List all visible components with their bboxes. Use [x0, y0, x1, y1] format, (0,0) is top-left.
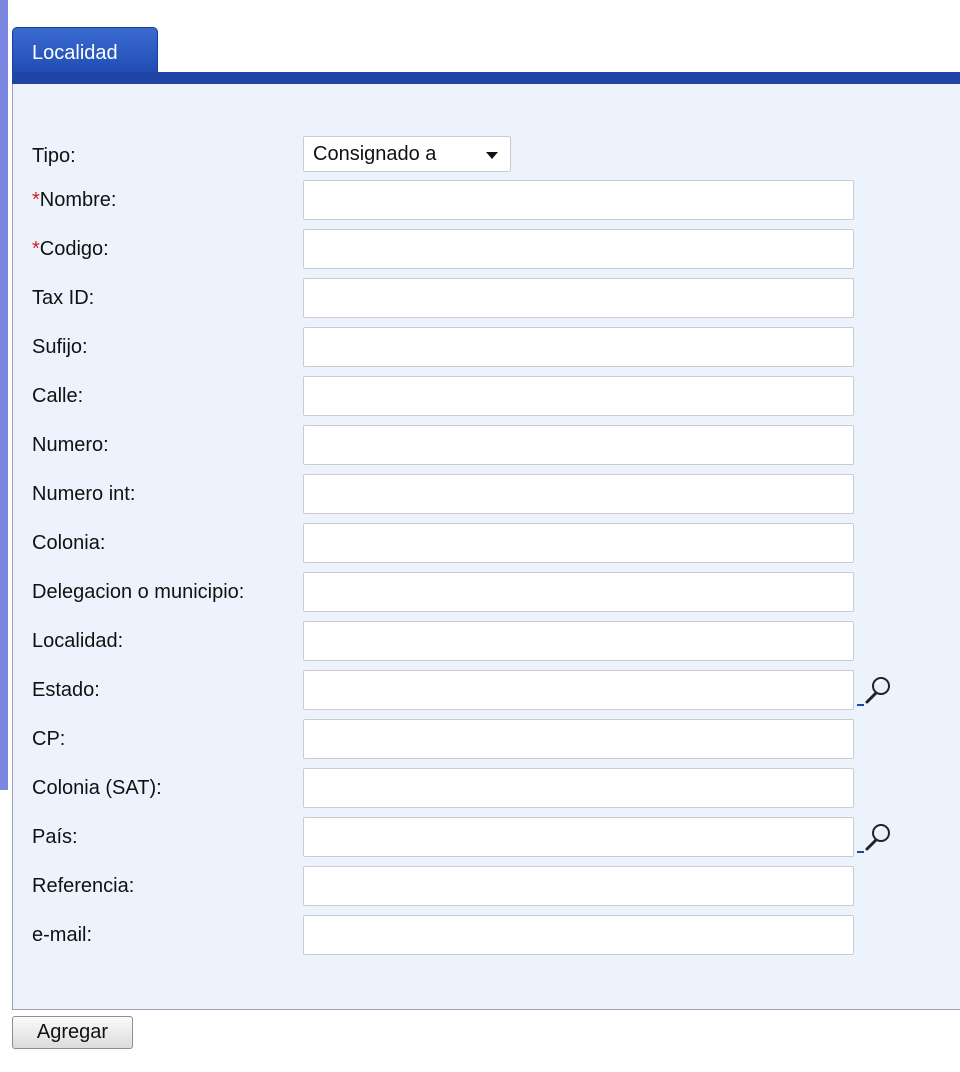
form-row: Calle: [13, 376, 960, 416]
field-label-text: Localidad: [32, 630, 124, 652]
text-field[interactable] [303, 425, 854, 465]
field-label: Sufijo: [32, 327, 88, 367]
form-row: País: [13, 817, 960, 857]
text-field[interactable] [303, 915, 854, 955]
tipo-select[interactable]: Consignado a [303, 136, 511, 172]
field-label-text: Colonia (SAT): [32, 777, 162, 799]
field-label: CP: [32, 719, 65, 759]
text-field[interactable] [303, 278, 854, 318]
field-label: *Codigo: [32, 229, 109, 269]
left-accent-bar [0, 0, 8, 790]
form-row: Sufijo: [13, 327, 960, 367]
text-field[interactable] [303, 474, 854, 514]
add-button[interactable]: Agregar [12, 1016, 133, 1049]
form-row: *Nombre: [13, 180, 960, 220]
field-label-text: Delegacion o municipio: [32, 581, 245, 603]
text-field[interactable] [303, 327, 854, 367]
search-icon[interactable] [855, 672, 895, 708]
field-label-text: e-mail: [32, 924, 93, 946]
field-label-text: Nombre: [39, 189, 117, 211]
text-field[interactable] [303, 229, 854, 269]
field-label: *Nombre: [32, 180, 117, 220]
field-label-text: Numero: [32, 434, 109, 456]
tipo-select-value: Consignado a [313, 143, 437, 165]
form-row: *Codigo: [13, 229, 960, 269]
text-field[interactable] [303, 621, 854, 661]
form-row: Tax ID: [13, 278, 960, 318]
tab-localidad[interactable]: Localidad [12, 27, 158, 73]
field-label-text: Referencia: [32, 875, 135, 897]
text-field[interactable] [303, 817, 854, 857]
field-label: e-mail: [32, 915, 92, 955]
text-field[interactable] [303, 180, 854, 220]
form-row: Referencia: [13, 866, 960, 906]
field-label: Delegacion o municipio: [32, 572, 244, 612]
form-row: CP: [13, 719, 960, 759]
form-row-tipo: Tipo: Consignado a [13, 136, 960, 176]
field-label-text: Colonia: [32, 532, 106, 554]
field-label: Estado: [32, 670, 100, 710]
text-field[interactable] [303, 523, 854, 563]
form-panel: Tipo: Consignado a *Nombre: *Codigo: Tax I… [12, 84, 960, 1010]
required-marker: * [32, 238, 40, 260]
field-label: Localidad: [32, 621, 123, 661]
text-field[interactable] [303, 670, 854, 710]
field-label-text: Sufijo: [32, 336, 88, 358]
field-label: Numero: [32, 425, 109, 465]
field-label: Colonia (SAT): [32, 768, 162, 808]
tab-underline [12, 72, 960, 84]
form-row: Delegacion o municipio: [13, 572, 960, 612]
field-label-text: Estado: [32, 679, 100, 701]
field-label: Tipo: [32, 145, 76, 167]
search-icon[interactable] [855, 819, 895, 855]
field-label: Colonia: [32, 523, 105, 563]
chevron-down-icon [486, 152, 498, 159]
field-label: Tax ID: [32, 278, 94, 318]
field-label: Calle: [32, 376, 83, 416]
form-row: Estado: [13, 670, 960, 710]
form-row: e-mail: [13, 915, 960, 955]
field-label-text: Tax ID: [32, 287, 95, 309]
field-label-text: Calle: [32, 385, 84, 407]
tab-label: Localidad [32, 42, 118, 64]
form-row: Colonia: [13, 523, 960, 563]
form-row: Localidad: [13, 621, 960, 661]
form-row: Numero: [13, 425, 960, 465]
required-marker: * [32, 189, 40, 211]
text-field[interactable] [303, 866, 854, 906]
form-row: Numero int: [13, 474, 960, 514]
field-label-text: Numero int: [32, 483, 136, 505]
field-label-text: País: [32, 826, 78, 848]
text-field[interactable] [303, 719, 854, 759]
field-label: País: [32, 817, 78, 857]
field-label-text: Codigo: [39, 238, 109, 260]
text-field[interactable] [303, 768, 854, 808]
field-label: Numero int: [32, 474, 135, 514]
field-label-text: CP: [32, 728, 66, 750]
text-field[interactable] [303, 572, 854, 612]
text-field[interactable] [303, 376, 854, 416]
field-label: Referencia: [32, 866, 134, 906]
form-row: Colonia (SAT): [13, 768, 960, 808]
